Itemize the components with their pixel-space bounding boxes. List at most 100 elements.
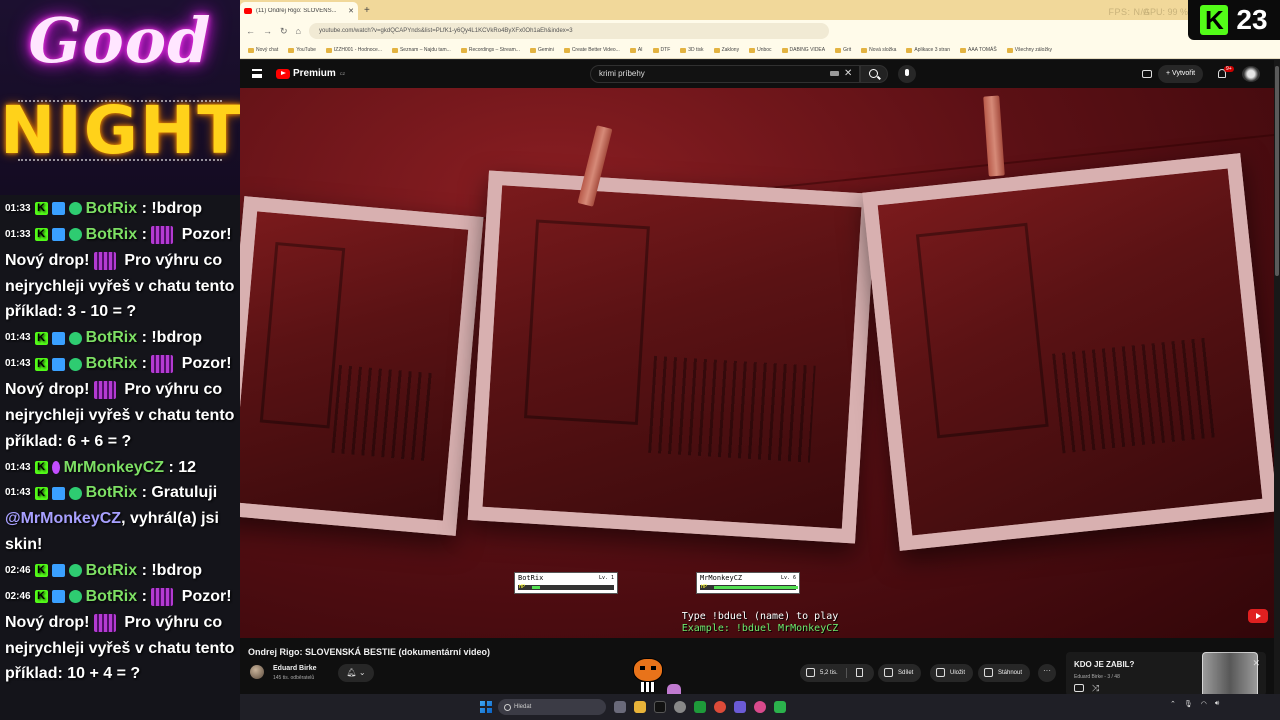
channel-name[interactable]: Eduard Birke: [273, 665, 317, 672]
settings-gear-icon[interactable]: [674, 701, 686, 713]
file-explorer-icon[interactable]: [634, 701, 646, 713]
bookmark-item[interactable]: AI: [630, 47, 643, 53]
kick-badge-icon: K: [34, 331, 48, 345]
hp-fill: [532, 586, 541, 589]
url-field[interactable]: youtube.com/watch?v=gkdQCAPYnds&list=PLf…: [308, 23, 829, 39]
clear-search-icon[interactable]: ✕: [844, 68, 852, 79]
close-tab-icon[interactable]: ✕: [348, 7, 354, 15]
emote-icon: [93, 613, 116, 632]
hamburger-menu-icon[interactable]: [252, 69, 262, 78]
bookmark-item[interactable]: Recordings – Stream...: [461, 47, 520, 53]
channel-avatar[interactable]: [250, 665, 264, 679]
chat-username[interactable]: BotRix: [86, 485, 142, 502]
youtube-watermark-icon[interactable]: [1248, 609, 1268, 623]
bookmark-item[interactable]: 3D tisk: [680, 47, 703, 53]
reload-icon[interactable]: ↻: [280, 26, 288, 37]
account-avatar[interactable]: [1242, 66, 1260, 82]
bookmark-item[interactable]: IZZH001 - Hodnoce...: [326, 47, 382, 53]
save-button[interactable]: Uložit: [930, 664, 974, 682]
chat-username[interactable]: BotRix: [86, 562, 142, 579]
chat-text: : !bdrop: [141, 562, 202, 580]
bookmark-item[interactable]: Nová složka: [861, 47, 896, 53]
bookmark-item[interactable]: Všechny záložky: [1007, 47, 1052, 53]
forward-arrow-icon[interactable]: →: [263, 26, 272, 36]
back-arrow-icon[interactable]: ←: [246, 26, 255, 36]
chat-text: : !bdrop: [141, 200, 202, 218]
chat-username[interactable]: BotRix: [86, 588, 142, 605]
bookmark-item[interactable]: YouTube: [288, 47, 316, 53]
bookmark-item[interactable]: Zaklony: [714, 47, 740, 53]
emote-icon: [151, 587, 174, 606]
youtube-premium-logo[interactable]: Premium CZ: [276, 68, 345, 79]
bookmark-item[interactable]: Unboc: [749, 47, 771, 53]
chat-username[interactable]: BotRix: [86, 200, 142, 217]
verified-check-icon: [68, 486, 82, 500]
bookmark-item[interactable]: DABING VIDEA: [782, 47, 826, 53]
task-view-icon[interactable]: [614, 701, 626, 713]
windows-start-icon[interactable]: [480, 701, 492, 713]
share-button[interactable]: Sdílet: [878, 664, 922, 682]
subscribed-bell-button[interactable]: 🔔︎ ⌄: [338, 664, 374, 682]
page-scrollbar[interactable]: [1274, 60, 1280, 694]
media-player-icon[interactable]: [774, 701, 786, 713]
bookmark-item[interactable]: AAA TOMÁŠ: [960, 47, 997, 53]
chat-username[interactable]: BotRix: [86, 355, 142, 372]
verified-check-icon: [68, 202, 82, 216]
bookmark-item[interactable]: Gemini: [530, 47, 554, 53]
emote-icon: [151, 225, 174, 244]
more-actions-button[interactable]: ···: [1038, 664, 1056, 682]
video-player[interactable]: BotRix Lv. 1 HP MrMonkeyCZ Lv. 6 HP Type…: [240, 88, 1280, 638]
bookmark-item[interactable]: DTF: [653, 47, 671, 53]
bookmark-item[interactable]: Aplikace 3 stran: [906, 47, 950, 53]
tiktok-icon[interactable]: [654, 701, 666, 713]
chat-message: 02:46 K BotRix : Pozor! Nový drop! Pro výh…: [5, 584, 236, 687]
chat-mention[interactable]: @MrMonkeyCZ: [5, 510, 121, 527]
chat-text: :: [141, 588, 152, 606]
voice-search-mic-icon[interactable]: [898, 65, 916, 83]
loop-icon[interactable]: [1074, 684, 1084, 692]
verified-check-icon: [68, 331, 82, 345]
tray-chevron-icon[interactable]: ⌃: [1170, 700, 1176, 708]
create-button[interactable]: + Vytvořit: [1158, 65, 1204, 83]
cast-icon[interactable]: [1142, 70, 1152, 78]
like-divider: [846, 668, 847, 678]
chat-timestamp: 02:46: [5, 590, 31, 602]
browser-icon[interactable]: [754, 701, 766, 713]
youtube-play-icon: [276, 68, 290, 79]
discord-icon[interactable]: [734, 701, 746, 713]
chat-username[interactable]: BotRix: [86, 329, 142, 346]
scrollbar-thumb[interactable]: [1275, 66, 1279, 276]
browser-tab-active[interactable]: (11) Ondrej Rigo: SLOVENS... ✕: [240, 2, 358, 20]
bookmark-item[interactable]: Create Better Video...: [564, 47, 620, 53]
chat-username[interactable]: MrMonkeyCZ: [64, 459, 169, 476]
wifi-icon[interactable]: ◠: [1201, 700, 1207, 708]
bookmark-item[interactable]: Grit: [835, 47, 851, 53]
keyboard-icon[interactable]: [830, 71, 839, 76]
download-button[interactable]: Stáhnout: [978, 664, 1031, 682]
bookmark-icon: [936, 668, 945, 677]
bookmark-item[interactable]: Nový chat: [248, 47, 278, 53]
bookmark-item[interactable]: Seznam – Najdu tam...: [392, 47, 451, 53]
chrome-icon[interactable]: [714, 701, 726, 713]
new-tab-icon[interactable]: +: [364, 5, 370, 16]
pumpkin-body: [633, 658, 663, 682]
home-icon[interactable]: ⌂: [296, 26, 301, 36]
duel-p1-name: BotRix: [518, 574, 544, 582]
chat-username[interactable]: BotRix: [86, 226, 142, 243]
xbox-icon[interactable]: [694, 701, 706, 713]
thumbs-down-icon[interactable]: [856, 668, 863, 677]
video-title: Ondrej Rigo: SLOVENSKÁ BESTIE (dokumentá…: [248, 647, 491, 657]
chat-timestamp: 01:33: [5, 228, 31, 240]
shuffle-icon[interactable]: ⤨: [1092, 684, 1099, 693]
system-tray: ⌃ 🎙︎ ◠ 🔊︎: [1170, 700, 1219, 708]
microphone-icon[interactable]: 🎙︎: [1184, 700, 1193, 708]
playlist-title[interactable]: KDO JE ZABIL?: [1074, 660, 1134, 669]
taskbar-search-input[interactable]: Hledat: [498, 699, 606, 715]
chat-timestamp: 01:43: [5, 358, 31, 370]
speaker-icon[interactable]: 🔊︎: [1215, 700, 1219, 708]
logo-word: Premium: [293, 68, 336, 79]
duel-example: Example: !bduel MrMonkeyCZ: [681, 623, 839, 634]
search-input[interactable]: krimi príbehy: [590, 65, 860, 83]
hp-fill: [714, 586, 798, 589]
search-button[interactable]: [860, 65, 888, 83]
